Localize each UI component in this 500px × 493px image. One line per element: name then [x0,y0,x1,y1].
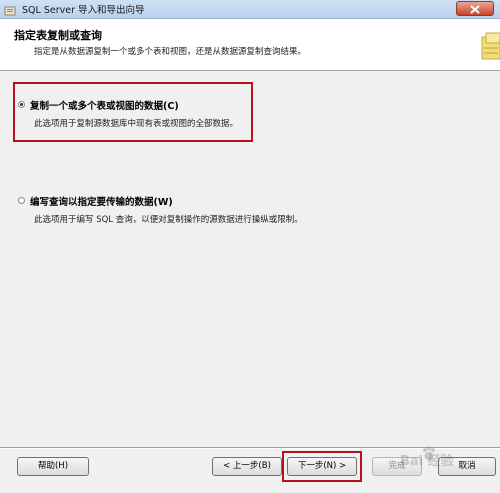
help-button[interactable]: 帮助(H) [17,457,89,476]
window-title: SQL Server 导入和导出向导 [22,5,145,16]
content-area: 复制一个或多个表或视图的数据(C) 此选项用于复制源数据库中现有表或视图的全部数… [0,71,500,446]
app-icon [4,2,16,16]
back-button[interactable]: < 上一步(B) [212,457,282,476]
close-icon [470,5,480,14]
title-bar[interactable]: SQL Server 导入和导出向导 [0,0,500,19]
radio-write-query[interactable] [18,197,25,204]
highlight-box-copy-option [13,82,253,142]
wizard-header: 指定表复制或查询 指定是从数据源复制一个或多个表和视图，还是从数据源复制查询结果… [0,19,500,71]
option-copy-tables-description: 此选项用于复制源数据库中现有表或视图的全部数据。 [34,119,239,129]
option-copy-tables-label[interactable]: 复制一个或多个表或视图的数据(C) [30,98,179,112]
wizard-window: SQL Server 导入和导出向导 指定表复制或查询 指定是从数据源复制一个或… [0,0,500,493]
option-write-query-label[interactable]: 编写查询以指定要传输的数据(W) [30,194,173,208]
close-button[interactable] [456,1,494,16]
option-write-query-description: 此选项用于编写 SQL 查询，以便对复制操作的源数据进行操纵或限制。 [34,215,303,225]
wizard-banner-icon [478,31,500,67]
page-subtitle: 指定是从数据源复制一个或多个表和视图，还是从数据源复制查询结果。 [34,47,307,57]
watermark-text: Bai 经验 [400,454,454,469]
page-title: 指定表复制或查询 [14,29,102,42]
radio-copy-tables[interactable] [18,101,25,108]
highlight-box-next [282,451,362,482]
